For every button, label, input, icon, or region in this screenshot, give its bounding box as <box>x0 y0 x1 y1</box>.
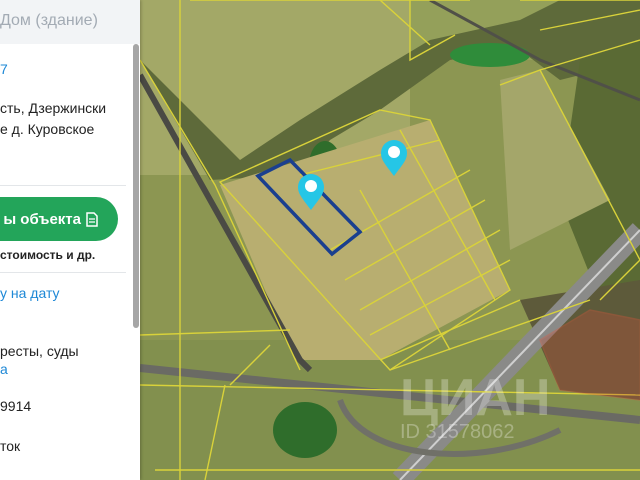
divider <box>0 185 126 186</box>
divider <box>0 272 126 273</box>
cadastral-number-link[interactable]: 7 <box>0 61 8 77</box>
date-report-link[interactable]: у на дату <box>0 285 60 301</box>
panel-header: Дом (здание) <box>0 0 140 44</box>
address-line-2: е д. Куровское <box>0 121 95 137</box>
address-line-1: сть, Дзержински <box>0 100 107 116</box>
restrictions-text: ресты, суды <box>0 343 79 359</box>
info-panel: Дом (здание) 7 сть, Дзержински е д. Куро… <box>0 0 140 480</box>
panel-title: Дом (здание) <box>0 12 98 29</box>
report-caption: стоимость и др. <box>0 248 96 262</box>
object-report-button[interactable]: ы объекта <box>0 197 118 241</box>
document-icon <box>86 211 98 227</box>
owner-text: ток <box>0 438 21 454</box>
panel-scrollbar[interactable] <box>133 44 139 328</box>
restrictions-link[interactable]: а <box>0 361 8 377</box>
phone-fragment: 9914 <box>0 398 32 414</box>
watermark-id: ID 31578062 <box>400 421 515 443</box>
watermark: ЦИАН <box>400 369 550 427</box>
